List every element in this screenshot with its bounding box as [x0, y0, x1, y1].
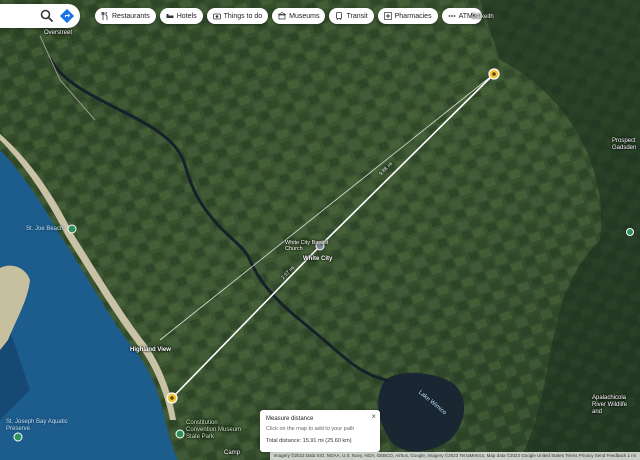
- chip-transit[interactable]: Transit: [329, 8, 374, 24]
- preserve-pin[interactable]: [13, 432, 23, 442]
- directions-icon[interactable]: [59, 8, 75, 24]
- search-box[interactable]: [0, 4, 80, 28]
- chip-label: Hotels: [176, 12, 197, 20]
- map-attribution: Imagery ©2023 Data SIO, NOAA, U.S. Navy,…: [269, 452, 640, 460]
- category-chips: Restaurants Hotels Things to do Museums …: [95, 8, 483, 24]
- satellite-map[interactable]: [0, 0, 640, 460]
- close-icon[interactable]: ×: [371, 412, 376, 421]
- chip-museums[interactable]: Museums: [272, 8, 326, 24]
- right-edge-pin[interactable]: [626, 228, 634, 236]
- dots-icon: [448, 12, 456, 20]
- measure-card-hint: Click on the map to add to your path: [266, 426, 355, 432]
- search-icon[interactable]: [40, 9, 54, 23]
- place-label-constitution-museum[interactable]: Constitution Convention Museum State Par…: [186, 420, 246, 441]
- measure-end-pin[interactable]: [488, 68, 500, 80]
- place-label-dalkeith[interactable]: Dalkeith: [472, 14, 494, 20]
- chip-hotels[interactable]: Hotels: [159, 8, 203, 24]
- chip-restaurants[interactable]: Restaurants: [95, 8, 156, 24]
- place-label-prospect[interactable]: Prospect Gadsden: [612, 138, 640, 152]
- place-label-overstreet[interactable]: Overstreet: [44, 30, 72, 36]
- place-label-st-joseph-preserve[interactable]: St. Joseph Bay Aquatic Preserve: [6, 419, 70, 433]
- place-label-st-joe-beach[interactable]: St. Joe Beach: [26, 226, 63, 232]
- chip-things-to-do[interactable]: Things to do: [206, 8, 269, 24]
- bed-icon: [166, 12, 174, 20]
- camera-icon: [212, 12, 221, 20]
- pill-icon: [383, 12, 392, 20]
- chip-pharmacies[interactable]: Pharmacies: [377, 8, 438, 24]
- place-label-white-city[interactable]: White City: [303, 256, 332, 262]
- chip-label: Transit: [346, 12, 368, 20]
- measure-distance-card: Measure distance Click on the map to add…: [260, 410, 380, 452]
- measure-card-total-distance: Total distance: 15.91 mi (25.60 km): [266, 438, 352, 444]
- measure-start-pin[interactable]: [166, 392, 178, 404]
- beach-park-pin[interactable]: [67, 224, 77, 234]
- place-label-white-city-church[interactable]: White City Baptist Church: [285, 240, 345, 252]
- chip-label: Pharmacies: [394, 12, 432, 20]
- museum-park-pin[interactable]: [175, 429, 185, 439]
- train-icon: [335, 12, 343, 21]
- museum-icon: [277, 12, 287, 20]
- measure-card-title: Measure distance: [266, 416, 314, 422]
- chip-label: Restaurants: [112, 12, 150, 20]
- place-label-camp[interactable]: Camp: [224, 450, 240, 456]
- place-label-apalachicola[interactable]: Apalachicola River Wildlife and: [592, 395, 638, 416]
- fork-knife-icon: [101, 11, 109, 20]
- chip-label: Museums: [289, 12, 320, 20]
- chip-label: Things to do: [223, 12, 263, 20]
- place-label-highland-view[interactable]: Highland View: [130, 347, 171, 353]
